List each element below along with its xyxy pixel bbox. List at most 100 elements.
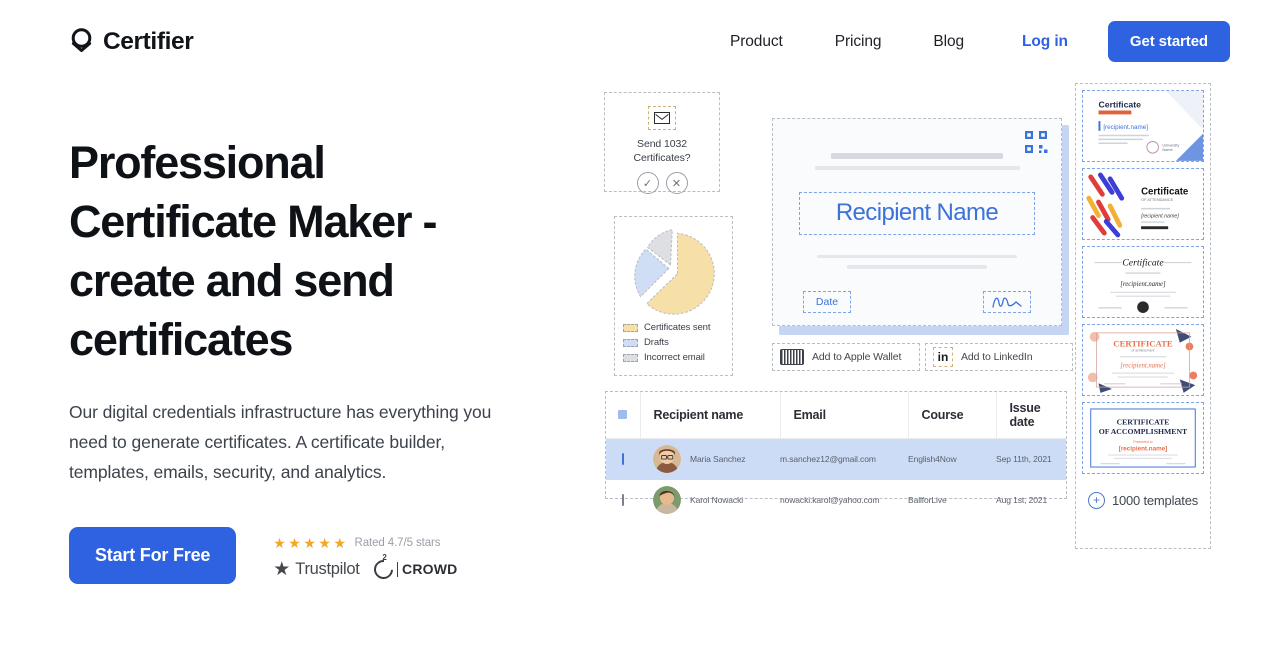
row-email-cell: nowacki.karol@yahoo.com bbox=[780, 495, 880, 505]
nav-link-blog[interactable]: Blog bbox=[907, 33, 990, 51]
apple-wallet-icon bbox=[780, 349, 804, 365]
certifier-logo-icon bbox=[71, 28, 92, 52]
table-row[interactable]: Maria Sanchez m.sanchez12@gmail.com Engl… bbox=[606, 438, 1066, 480]
svg-text:OF ACCOMPLISHMENT: OF ACCOMPLISHMENT bbox=[1099, 427, 1188, 436]
template-thumbnail[interactable]: Certificate [recipient.name] bbox=[1082, 246, 1204, 318]
hero-copy: Professional Certificate Maker - create … bbox=[69, 83, 589, 603]
stars-row: ★★★★★ Rated 4.7/5 stars bbox=[273, 535, 457, 552]
column-header-email: Email bbox=[779, 392, 908, 439]
avatar bbox=[653, 486, 681, 514]
row-date-cell: Sep 11th, 2021 bbox=[996, 454, 1052, 465]
analytics-pie-card: Certificates sent Drafts Incorrect email bbox=[614, 216, 733, 376]
rating-text: Rated 4.7/5 stars bbox=[354, 537, 441, 549]
certificate-subtitle-placeholder bbox=[814, 166, 1020, 170]
row-name-text: Karol Nowacki bbox=[690, 495, 744, 505]
site-header: Certifier Product Pricing Blog Log in Ge… bbox=[0, 0, 1280, 83]
hero-illustration: Send 1032 Certificates? ✓ ✕ Certificates… bbox=[597, 83, 1277, 603]
start-for-free-button[interactable]: Start For Free bbox=[69, 527, 237, 584]
svg-text:Certificate: Certificate bbox=[1141, 186, 1189, 197]
page-title: Professional Certificate Maker - create … bbox=[69, 137, 438, 365]
template-thumbnail[interactable]: CERTIFICATE OF ACCOMPLISHMENT Presented … bbox=[1082, 402, 1204, 474]
certificate-body-placeholder bbox=[817, 254, 1017, 258]
nav-link-login[interactable]: Log in bbox=[990, 33, 1094, 51]
pie-chart-svg bbox=[633, 229, 715, 315]
avatar-image bbox=[653, 486, 681, 514]
confirm-send-icon[interactable]: ✓ bbox=[636, 172, 659, 194]
date-field[interactable]: Date bbox=[803, 290, 851, 313]
send-certificates-card: Send 1032 Certificates? ✓ ✕ bbox=[604, 92, 720, 194]
trustpilot-badge[interactable]: ★ Trustpilot bbox=[273, 558, 360, 580]
certificate-body-placeholder bbox=[847, 265, 987, 269]
send-card-line2: Certificates? bbox=[633, 152, 691, 164]
legend-item: Drafts bbox=[623, 337, 724, 348]
trustpilot-label: Trustpilot bbox=[295, 559, 360, 578]
svg-text:CERTIFICATE: CERTIFICATE bbox=[1117, 417, 1170, 426]
trustpilot-star-icon: ★ bbox=[273, 558, 291, 580]
add-to-apple-wallet-button[interactable]: Add to Apple Wallet bbox=[772, 343, 920, 371]
avatar-image bbox=[653, 445, 681, 474]
more-templates-label: 1000 templates bbox=[1111, 492, 1199, 508]
row-checkbox-icon[interactable] bbox=[622, 494, 624, 506]
template-thumbnail[interactable]: Certificate [recipient.name] University … bbox=[1082, 90, 1204, 162]
table-row[interactable]: Karol Nowacki nowacki.karol@yahoo.com Ba… bbox=[606, 480, 1066, 521]
recipients-table-element: Recipient name Email Course Issue date M… bbox=[606, 392, 1066, 521]
hero-subtitle: Our digital credentials infrastructure h… bbox=[69, 402, 492, 482]
select-all-checkbox-icon[interactable] bbox=[618, 410, 628, 419]
legend-item: Incorrect email bbox=[623, 352, 724, 363]
nav-link-pricing[interactable]: Pricing bbox=[809, 33, 908, 51]
logo-text: Certifier bbox=[103, 27, 194, 55]
template-thumbnail[interactable]: CERTIFICATE of achievement [recipient.na… bbox=[1082, 324, 1204, 396]
row-checkbox-cell[interactable] bbox=[606, 439, 640, 480]
svg-text:Name: Name bbox=[1162, 147, 1172, 152]
svg-text:[recipient.name]: [recipient.name] bbox=[1140, 214, 1179, 220]
more-templates-button[interactable]: + 1000 templates bbox=[1082, 480, 1204, 520]
template-thumbnail[interactable]: Certificate OF ATTENDANCE [recipient.nam… bbox=[1082, 168, 1204, 240]
svg-text:[recipient.name]: [recipient.name] bbox=[1120, 281, 1166, 288]
recipient-name-field[interactable]: Recipient Name bbox=[799, 191, 1035, 235]
table-header: Recipient name Email Course Issue date bbox=[606, 392, 1066, 439]
g2-label: CROWD bbox=[402, 561, 458, 577]
row-checkbox-icon[interactable] bbox=[622, 453, 624, 466]
template-preview-1: Certificate [recipient.name] University … bbox=[1083, 91, 1203, 161]
row-email-cell: m.sanchez12@gmail.com bbox=[780, 454, 876, 465]
svg-text:[recipient.name]: [recipient.name] bbox=[1120, 363, 1166, 370]
legend-item: Certificates sent bbox=[623, 322, 724, 333]
certificate-title-placeholder bbox=[831, 153, 1003, 159]
signature-icon bbox=[992, 297, 1022, 308]
get-started-button[interactable]: Get started bbox=[1107, 21, 1230, 62]
legend-label-incorrect: Incorrect email bbox=[644, 352, 705, 363]
envelope-icon bbox=[648, 106, 676, 130]
logo[interactable]: Certifier bbox=[69, 27, 194, 56]
apple-wallet-label: Add to Apple Wallet bbox=[812, 351, 902, 363]
template-preview-5: CERTIFICATE OF ACCOMPLISHMENT Presented … bbox=[1083, 403, 1203, 473]
cancel-send-icon[interactable]: ✕ bbox=[665, 172, 688, 194]
svg-text:Certificate: Certificate bbox=[1122, 258, 1164, 269]
signature-field[interactable] bbox=[983, 290, 1031, 313]
row-name-cell: Karol Nowacki bbox=[640, 480, 780, 521]
row-checkbox-cell[interactable] bbox=[606, 480, 640, 521]
recipient-name-label: Recipient Name bbox=[835, 199, 999, 226]
select-all-header[interactable] bbox=[606, 392, 640, 439]
row-date-cell: Aug 1st, 2021 bbox=[996, 495, 1048, 505]
svg-text:OF ATTENDANCE: OF ATTENDANCE bbox=[1141, 197, 1174, 202]
g2-icon bbox=[369, 555, 397, 583]
plus-icon: + bbox=[1087, 491, 1105, 509]
svg-text:Certificate: Certificate bbox=[1098, 100, 1141, 110]
legend-label-sent: Certificates sent bbox=[644, 322, 711, 333]
linkedin-label: Add to LinkedIn bbox=[961, 351, 1033, 363]
g2-divider bbox=[396, 561, 399, 577]
g2-crowd-badge[interactable]: CROWD bbox=[369, 555, 458, 583]
column-header-date: Issue date bbox=[995, 392, 1066, 439]
badges-row: ★ Trustpilot CROWD bbox=[273, 555, 458, 583]
row-name-text: Maria Sanchez bbox=[690, 454, 746, 465]
nav-link-product[interactable]: Product bbox=[704, 33, 809, 51]
row-name-cell: Maria Sanchez bbox=[640, 439, 780, 480]
template-preview-3: Certificate [recipient.name] bbox=[1083, 247, 1203, 317]
table-body: Maria Sanchez m.sanchez12@gmail.com Engl… bbox=[606, 438, 1066, 521]
certificate-preview: Recipient Name Date bbox=[772, 118, 1062, 326]
add-to-linkedin-button[interactable]: in Add to LinkedIn bbox=[925, 343, 1073, 371]
row-course-cell: BallforLive bbox=[908, 495, 947, 505]
svg-text:[recipient.name]: [recipient.name] bbox=[1119, 446, 1168, 453]
pie-chart bbox=[628, 228, 720, 316]
send-card-line1: Send 1032 bbox=[637, 138, 687, 150]
